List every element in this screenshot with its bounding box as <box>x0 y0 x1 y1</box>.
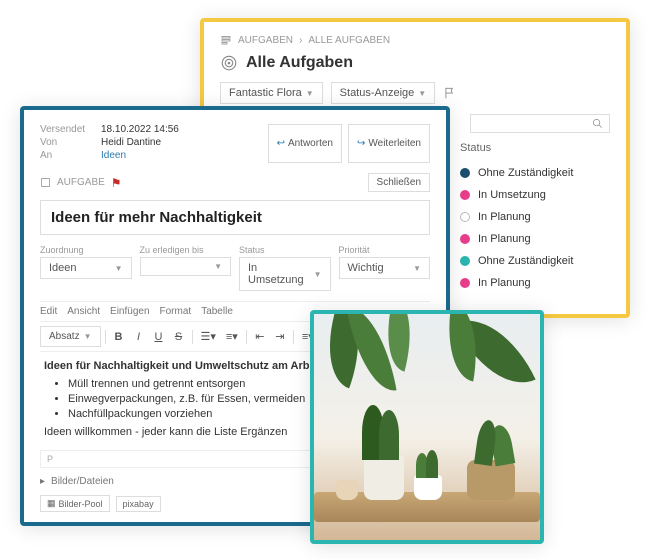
strike-button[interactable]: S <box>170 329 188 345</box>
status-row[interactable]: In Umsetzung <box>460 184 610 206</box>
status-view-dropdown[interactable]: Status-Anzeige▼ <box>331 82 436 104</box>
priority-dropdown[interactable]: Wichtig▼ <box>339 257 431 279</box>
paragraph-dropdown[interactable]: Absatz▼ <box>40 326 101 347</box>
image-icon: ▦ <box>47 498 56 509</box>
menu-view[interactable]: Ansicht <box>67 306 100 317</box>
status-row[interactable]: Ohne Zuständigkeit <box>460 162 610 184</box>
status-row[interactable]: Ohne Zuständigkeit <box>460 250 610 272</box>
forward-button[interactable]: ↪Weiterleiten <box>348 124 430 163</box>
search-input-2[interactable] <box>470 114 610 133</box>
underline-button[interactable]: U <box>150 329 168 345</box>
italic-button[interactable]: I <box>130 329 148 345</box>
menu-format[interactable]: Format <box>160 306 192 317</box>
filter-row: Fantastic Flora▼ Status-Anzeige▼ <box>220 82 610 104</box>
flag-icon[interactable]: ⚑ <box>111 176 122 190</box>
menu-insert[interactable]: Einfügen <box>110 306 149 317</box>
close-button[interactable]: Schließen <box>368 173 430 192</box>
number-list-button[interactable]: ≡▾ <box>222 328 242 345</box>
status-dropdown[interactable]: In Umsetzung▼ <box>239 257 331 291</box>
bullet-list-button[interactable]: ☰▾ <box>197 328 220 345</box>
project-filter-dropdown[interactable]: Fantastic Flora▼ <box>220 82 323 104</box>
reply-button[interactable]: ↩Antworten <box>268 124 342 163</box>
checkbox-icon <box>40 177 51 188</box>
status-row[interactable]: In Planung <box>460 206 610 228</box>
status-header: Status <box>460 142 610 154</box>
task-title-input[interactable] <box>40 200 430 235</box>
menu-table[interactable]: Tabelle <box>201 306 233 317</box>
chevron-right-icon[interactable]: ▸ <box>40 476 45 487</box>
pixabay-chip[interactable]: pixabay <box>116 496 161 512</box>
search-icon <box>592 118 603 129</box>
image-pool-chip[interactable]: ▦Bilder-Pool <box>40 495 110 512</box>
status-column: Status Ohne Zuständigkeit In Umsetzung I… <box>460 142 610 294</box>
target-icon <box>220 54 238 72</box>
menu-edit[interactable]: Edit <box>40 306 57 317</box>
due-date-dropdown[interactable]: ▼ <box>140 257 232 276</box>
status-row[interactable]: In Planung <box>460 272 610 294</box>
outdent-button[interactable]: ⇤ <box>251 328 269 345</box>
plants-photo <box>310 310 544 544</box>
page-title: Alle Aufgaben <box>220 54 610 72</box>
breadcrumb: AUFGABEN › ALLE AUFGABEN <box>220 34 610 46</box>
bold-button[interactable]: B <box>110 329 128 345</box>
status-row[interactable]: In Planung <box>460 228 610 250</box>
tasks-icon <box>220 34 232 46</box>
flag-icon[interactable] <box>443 86 457 100</box>
indent-button[interactable]: ⇥ <box>271 328 289 345</box>
assignment-dropdown[interactable]: Ideen▼ <box>40 257 132 279</box>
